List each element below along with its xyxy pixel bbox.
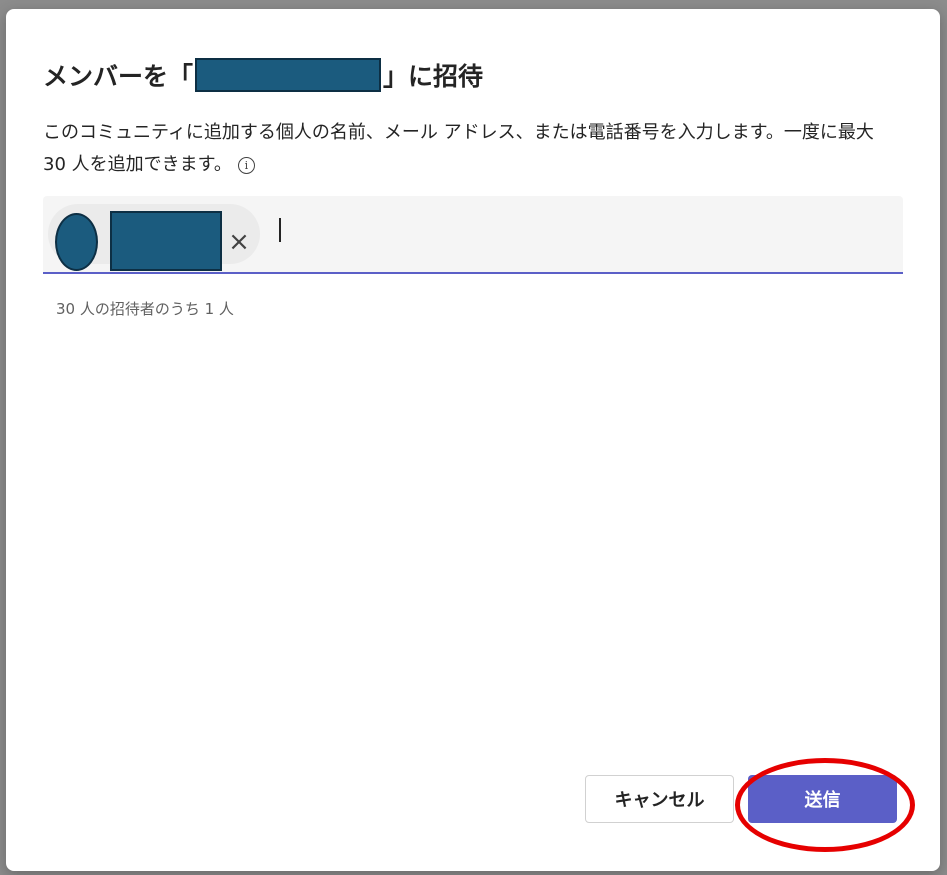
avatar bbox=[55, 213, 98, 271]
people-picker-input[interactable]: × bbox=[43, 196, 903, 274]
text-cursor bbox=[279, 218, 281, 242]
close-icon[interactable]: × bbox=[226, 224, 252, 260]
dialog-title: メンバーを「 」に招待 bbox=[43, 55, 483, 95]
selected-person-chip: × bbox=[48, 204, 260, 271]
redacted-person-name bbox=[110, 211, 222, 271]
send-button[interactable]: 送信 bbox=[748, 775, 897, 823]
dialog-description: このコミュニティに追加する個人の名前、メール アドレス、または電話番号を入力しま… bbox=[43, 117, 893, 181]
cancel-button[interactable]: キャンセル bbox=[585, 775, 734, 823]
title-prefix: メンバーを「 bbox=[43, 62, 194, 91]
invitee-counter: 30 人の招待者のうち 1 人 bbox=[56, 300, 234, 318]
info-icon[interactable]: i bbox=[237, 156, 255, 174]
invite-members-dialog: メンバーを「 」に招待 このコミュニティに追加する個人の名前、メール アドレス、… bbox=[6, 9, 940, 871]
title-suffix: 」に招待 bbox=[383, 62, 484, 91]
redacted-community-name bbox=[195, 58, 382, 92]
description-text: このコミュニティに追加する個人の名前、メール アドレス、または電話番号を入力しま… bbox=[43, 122, 874, 175]
